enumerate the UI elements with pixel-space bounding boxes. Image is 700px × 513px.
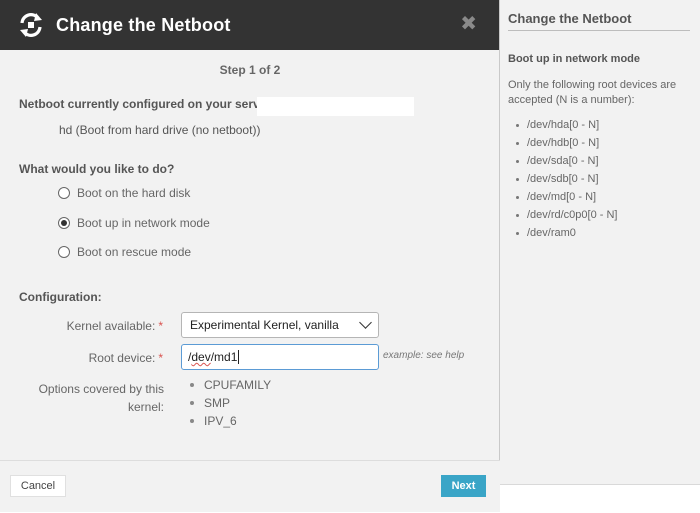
- app-root: Change the Netboot ✖ Step 1 of 2 Netboot…: [0, 0, 700, 513]
- bullet: [190, 401, 194, 405]
- list-item: SMP: [190, 394, 271, 412]
- text-cursor: [238, 350, 240, 364]
- server-name-field: [257, 97, 414, 116]
- help-subtitle: Boot up in network mode: [508, 53, 640, 65]
- kernel-option: IPV_6: [204, 414, 237, 428]
- modal-title: Change the Netboot: [56, 14, 231, 35]
- device-path: /dev/sda[0 - N]: [527, 155, 599, 167]
- radio-button[interactable]: [58, 246, 70, 258]
- bullet: [190, 383, 194, 387]
- options-covered-label: Options covered by this kernel:: [38, 382, 164, 414]
- list-item: CPUFAMILY: [190, 376, 271, 394]
- list-item: /dev/ram0: [516, 224, 618, 242]
- list-item: /dev/rd/c0p0[0 - N]: [516, 206, 618, 224]
- list-item: /dev/sdb[0 - N]: [516, 170, 618, 188]
- root-device-label-text: Root device:: [88, 351, 156, 365]
- bullet: [516, 159, 519, 163]
- help-panel: Change the Netboot Boot up in network mo…: [500, 0, 700, 485]
- required-mark: *: [158, 319, 163, 333]
- chevron-down-icon: [359, 316, 372, 329]
- root-value-spellcheck: dev: [191, 350, 211, 364]
- kernel-option: SMP: [204, 396, 231, 410]
- netboot-modal: Change the Netboot ✖ Step 1 of 2 Netboot…: [0, 0, 500, 512]
- root-value-suffix: /md1: [210, 350, 238, 364]
- kernel-option: CPUFAMILY: [204, 378, 272, 392]
- kernel-label: Kernel available: *: [67, 319, 163, 333]
- kernel-select-value: Experimental Kernel, vanilla: [190, 318, 339, 332]
- question-label: What would you like to do?: [19, 162, 175, 176]
- current-netboot-label: Netboot currently configured on your ser…: [19, 97, 272, 111]
- help-description: Only the following root devices are acce…: [508, 79, 677, 106]
- list-item: IPV_6: [190, 412, 271, 430]
- device-path: /dev/rd/c0p0[0 - N]: [527, 209, 618, 221]
- radio-boot-rescue[interactable]: Boot on rescue mode: [58, 245, 191, 259]
- kernel-options-list: CPUFAMILY SMP IPV_6: [190, 376, 271, 430]
- radio-boot-hard-disk[interactable]: Boot on the hard disk: [58, 186, 190, 200]
- radio-button-checked[interactable]: [58, 217, 70, 229]
- bullet: [190, 419, 194, 423]
- modal-header: Change the Netboot ✖: [0, 0, 499, 50]
- device-path: /dev/ram0: [527, 227, 576, 239]
- required-mark: *: [158, 351, 163, 365]
- bullet: [516, 141, 519, 145]
- kernel-select[interactable]: Experimental Kernel, vanilla: [181, 312, 379, 338]
- bullet: [516, 231, 519, 235]
- radio-button[interactable]: [58, 187, 70, 199]
- close-icon[interactable]: ✖: [460, 14, 477, 34]
- root-device-input[interactable]: / dev/md1: [181, 344, 379, 370]
- modal-footer: Cancel Next: [0, 460, 500, 512]
- root-device-hint: example: see help: [383, 350, 465, 361]
- list-item: /dev/hda[0 - N]: [516, 116, 618, 134]
- bullet: [516, 177, 519, 181]
- device-path: /dev/sdb[0 - N]: [527, 173, 599, 185]
- bullet: [516, 123, 519, 127]
- bullet: [516, 195, 519, 199]
- radio-label: Boot up in network mode: [77, 216, 210, 230]
- help-title: Change the Netboot: [508, 11, 690, 31]
- device-path: /dev/hda[0 - N]: [527, 119, 600, 131]
- cancel-button[interactable]: Cancel: [10, 475, 66, 497]
- kernel-label-text: Kernel available:: [66, 319, 156, 333]
- next-button[interactable]: Next: [441, 475, 486, 497]
- list-item: /dev/md[0 - N]: [516, 188, 618, 206]
- root-device-label: Root device: *: [89, 351, 163, 365]
- step-indicator: Step 1 of 2: [219, 63, 281, 77]
- list-item: /dev/sda[0 - N]: [516, 152, 618, 170]
- device-path: /dev/md[0 - N]: [527, 191, 597, 203]
- current-netboot-value: hd (Boot from hard drive (no netboot)): [59, 123, 261, 137]
- configuration-label: Configuration:: [19, 290, 102, 304]
- radio-label: Boot on rescue mode: [77, 245, 192, 259]
- bullet: [516, 213, 519, 217]
- refresh-cycle-icon: [16, 10, 46, 40]
- device-path: /dev/hdb[0 - N]: [527, 137, 600, 149]
- list-item: /dev/hdb[0 - N]: [516, 134, 618, 152]
- root-devices-list: /dev/hda[0 - N] /dev/hdb[0 - N] /dev/sda…: [516, 116, 618, 242]
- radio-boot-network[interactable]: Boot up in network mode: [58, 216, 210, 230]
- radio-label: Boot on the hard disk: [77, 186, 191, 200]
